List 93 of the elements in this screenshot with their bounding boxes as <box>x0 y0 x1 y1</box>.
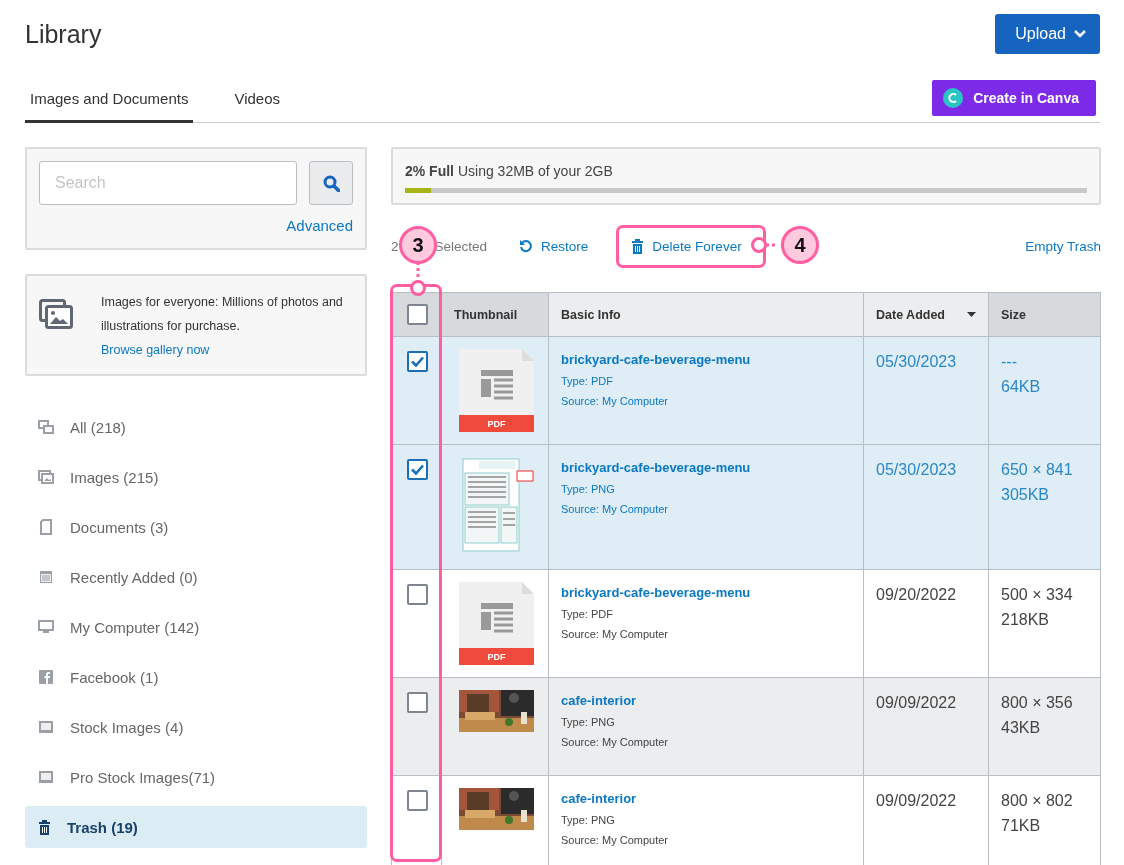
callout-number: 4 <box>781 226 819 264</box>
restore-button[interactable]: Restore <box>505 225 603 267</box>
row-checkbox[interactable] <box>407 790 428 811</box>
row-checkbox[interactable] <box>407 351 428 372</box>
restore-icon <box>519 239 534 253</box>
callout-connector <box>409 262 427 296</box>
file-type: Type: PNG <box>561 716 616 728</box>
sidebar-item[interactable]: My Computer (142) <box>25 606 367 648</box>
file-size: 218KB <box>1001 610 1051 630</box>
table-row[interactable]: PDF brickyard-cafe-beverage-menu Type: PDF Source: My Computer 09/20/2022 500 × 334 218KB <box>391 569 1101 678</box>
file-type: Type: PDF <box>561 608 614 620</box>
sidebar-item[interactable]: Documents (3) <box>25 506 367 548</box>
file-size: 43KB <box>1001 718 1042 738</box>
file-name-link[interactable]: brickyard-cafe-beverage-menu <box>561 585 851 600</box>
file-source: Source: My Computer <box>561 395 669 407</box>
sidebar-item[interactable]: Stock Images (4) <box>25 706 367 748</box>
empty-trash-button[interactable]: Empty Trash <box>1011 225 1101 267</box>
file-type: Type: PNG <box>561 814 616 826</box>
promo-text: Images for everyone: Millions of photos and illustrations for purchase. Browse gallery now <box>101 294 344 359</box>
checkmark-icon <box>411 464 424 475</box>
sidebar-item[interactable]: Facebook (1) <box>25 656 367 698</box>
sidebar-item[interactable]: Pro Stock Images(71) <box>25 756 367 798</box>
selected-label: Selected <box>434 238 488 254</box>
date-added: 05/30/2023 <box>876 352 958 372</box>
upload-button[interactable]: Upload <box>995 14 1100 54</box>
table-row[interactable]: cafe-interior Type: PNG Source: My Computer 09/09/2022 800 × 802 71KB <box>391 775 1101 865</box>
stacked-squares-icon <box>38 419 54 435</box>
trash-icon <box>38 819 51 835</box>
column-header[interactable]: Date Added <box>863 292 989 337</box>
file-size: 305KB <box>1001 485 1051 505</box>
tab[interactable]: Videos <box>229 90 285 123</box>
create-in-canva-button[interactable]: Create in Canva <box>932 80 1096 116</box>
sidebar-item[interactable]: All (218) <box>25 406 367 448</box>
row-checkbox[interactable] <box>407 584 428 605</box>
file-name-link[interactable]: cafe-interior <box>561 791 851 806</box>
file-source: Source: My Computer <box>561 736 669 748</box>
file-source: Source: My Computer <box>561 834 669 846</box>
image-dimensions: 800 × 356 <box>1001 693 1074 713</box>
table-row[interactable]: brickyard-cafe-beverage-menu Type: PNG Source: My Computer 05/30/2023 650 × 841 305KB <box>391 444 1101 570</box>
table-row[interactable]: cafe-interior Type: PNG Source: My Computer 09/09/2022 800 × 356 43KB <box>391 677 1101 776</box>
delete-forever-button[interactable]: Delete Forever <box>619 228 754 264</box>
column-header[interactable]: Size <box>988 292 1101 337</box>
tab[interactable]: Images and Documents <box>25 90 194 123</box>
file-name-link[interactable]: brickyard-cafe-beverage-menu <box>561 352 851 367</box>
file-name-link[interactable]: cafe-interior <box>561 693 851 708</box>
header-cell[interactable] <box>391 292 442 337</box>
checkmark-icon <box>411 356 424 367</box>
document-icon <box>38 519 54 535</box>
file-type: Type: PDF <box>561 375 614 387</box>
image-stack-icon <box>39 299 73 329</box>
pdf-file-icon: PDF <box>459 349 534 432</box>
date-added: 09/20/2022 <box>876 585 958 605</box>
screen-icon <box>38 719 54 735</box>
chevron-down-icon <box>1074 30 1086 38</box>
search-icon <box>322 174 340 192</box>
row-checkbox[interactable] <box>407 459 428 480</box>
storage-usage-text: 2% Full Using 32MB of your 2GB <box>405 163 614 179</box>
row-checkbox[interactable] <box>407 692 428 713</box>
sidebar-item[interactable]: Trash (19) <box>25 806 367 848</box>
sidebar-item[interactable]: Images (215) <box>25 456 367 498</box>
date-added: 09/09/2022 <box>876 693 958 713</box>
file-type: Type: PNG <box>561 483 616 495</box>
search-field[interactable]: Search <box>39 161 297 205</box>
canva-logo <box>943 88 964 108</box>
screen-icon <box>38 769 54 785</box>
file-name-link[interactable]: brickyard-cafe-beverage-menu <box>561 460 851 475</box>
trash-icon <box>631 238 645 254</box>
sidebar-item[interactable]: Recently Added (0) <box>25 556 367 598</box>
file-size: 64KB <box>1001 377 1042 397</box>
search-button[interactable] <box>309 161 353 205</box>
pdf-file-icon: PDF <box>459 582 534 665</box>
image-dimensions: 500 × 334 <box>1001 585 1074 605</box>
file-size: 71KB <box>1001 816 1042 836</box>
facebook-icon <box>38 669 54 685</box>
advanced-search-link[interactable]: Advanced <box>286 217 353 234</box>
calendar-icon <box>38 569 54 585</box>
file-source: Source: My Computer <box>561 628 669 640</box>
date-added: 05/30/2023 <box>876 460 958 480</box>
callout-number: 3 <box>399 226 437 264</box>
column-header[interactable]: Thumbnail <box>441 292 549 337</box>
image-stack-icon <box>38 469 54 485</box>
image-dimensions: --- <box>1001 352 1018 372</box>
monitor-icon <box>38 619 54 635</box>
image-dimensions: 800 × 802 <box>1001 791 1074 811</box>
browse-gallery-link[interactable]: Browse gallery now <box>101 343 210 357</box>
date-added: 09/09/2022 <box>876 791 958 811</box>
image-dimensions: 650 × 841 <box>1001 460 1074 480</box>
select-all-checkbox[interactable] <box>407 303 428 325</box>
page-title: Library <box>25 20 102 49</box>
file-source: Source: My Computer <box>561 503 669 515</box>
column-header[interactable]: Basic Info <box>548 292 864 337</box>
table-row[interactable]: PDF brickyard-cafe-beverage-menu Type: PDF Source: My Computer 05/30/2023 --- 64KB <box>391 336 1101 445</box>
selection-count: 2 <box>391 238 399 254</box>
